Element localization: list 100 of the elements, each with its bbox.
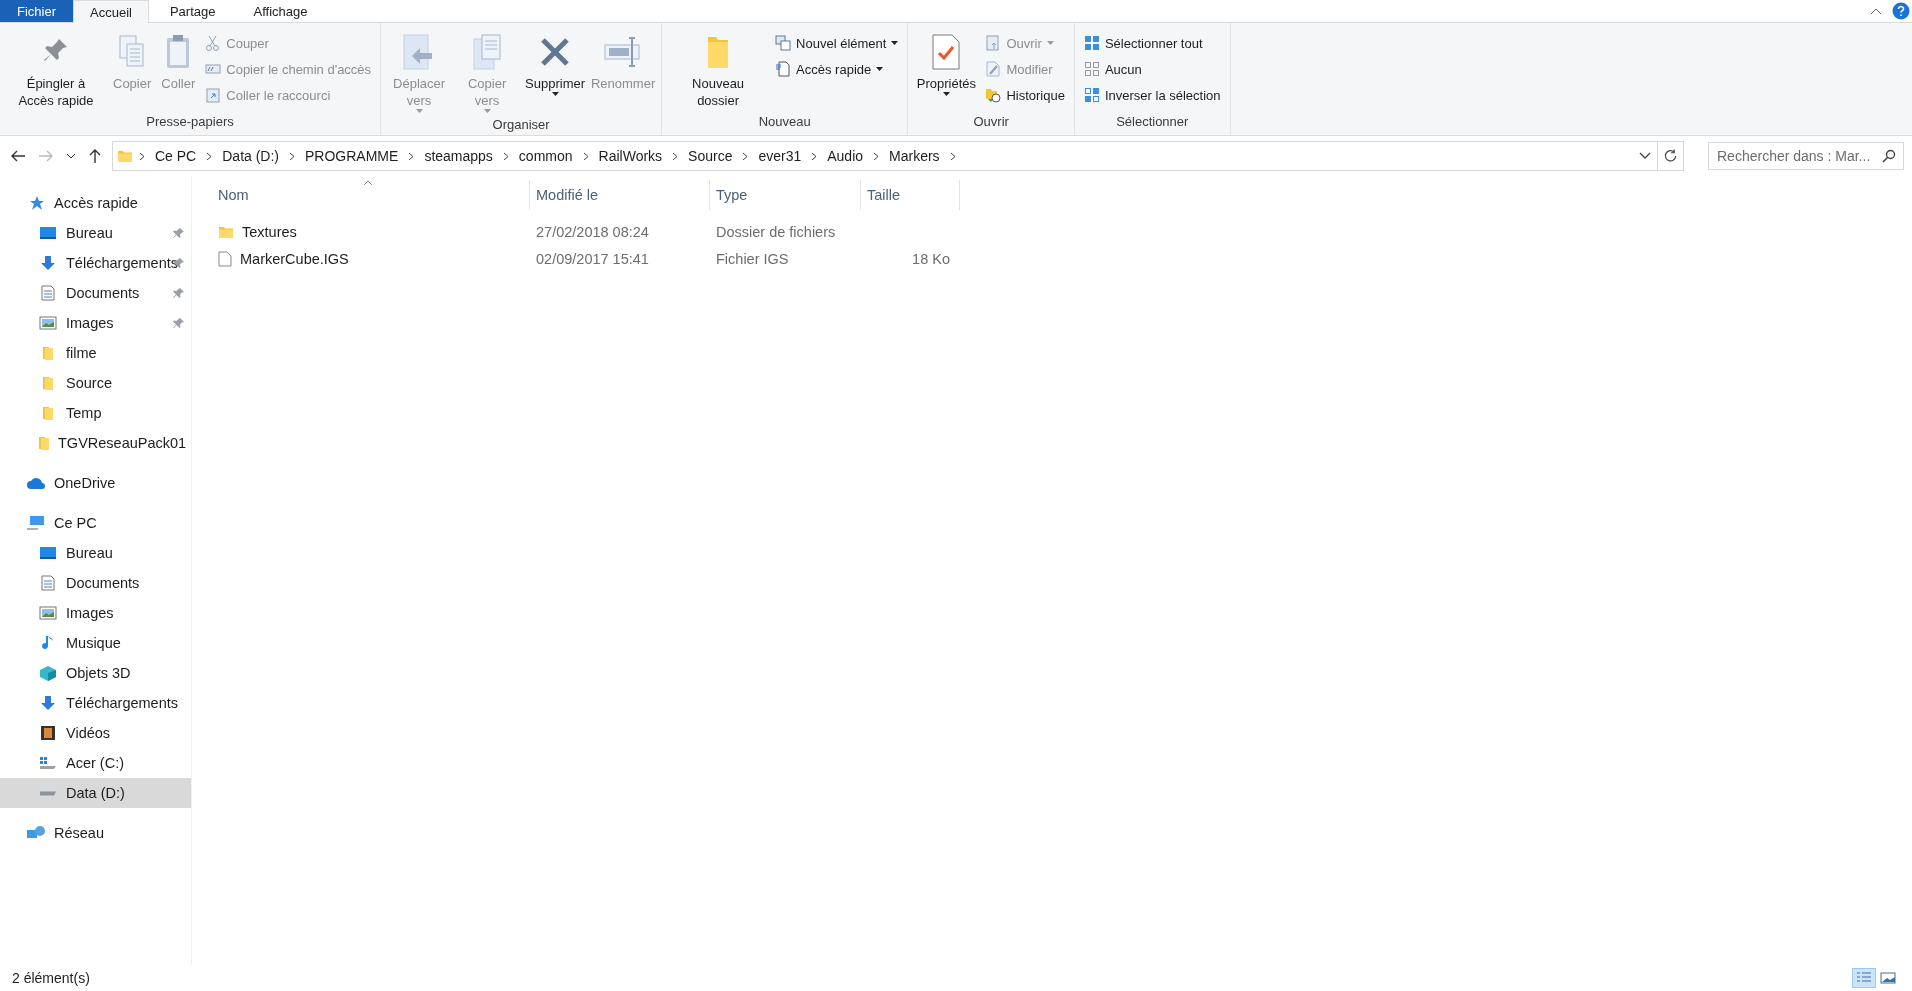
ribbon-button[interactable]: Sélectionner tout	[1080, 31, 1224, 55]
sidebar-item[interactable]: Ce PC	[0, 508, 191, 538]
folder-icon	[42, 345, 54, 361]
group-label: Nouveau	[757, 113, 812, 131]
sidebar-item[interactable]: Téléchargements	[0, 688, 191, 718]
ribbon-button[interactable]: Aucun	[1080, 57, 1224, 81]
chevron-up-icon[interactable]	[1870, 7, 1882, 15]
chevron-right-icon	[742, 151, 749, 161]
file-row[interactable]: Textures 27/02/2018 08:24 Dossier de fichiers	[212, 218, 1912, 245]
chevron-right-icon	[672, 151, 679, 161]
chevron-right-icon	[408, 151, 415, 161]
breadcrumb[interactable]: Data (D:)	[218, 143, 284, 169]
sidebar-item[interactable]: Réseau	[0, 818, 191, 848]
ribbon-button[interactable]: Inverser la sélection	[1080, 83, 1224, 107]
breadcrumb[interactable]: Markers	[885, 143, 944, 169]
picture-icon	[39, 316, 57, 330]
chevron-down-icon[interactable]	[1639, 152, 1651, 160]
computer-icon	[26, 515, 46, 531]
table-cell-text: 18 Ko	[911, 250, 951, 267]
sidebar-item[interactable]: Documents	[0, 568, 191, 598]
grid-icon	[1083, 61, 1100, 77]
list-icon	[1856, 971, 1872, 985]
ribbon-button[interactable]: Nouveau dossier	[668, 27, 769, 112]
pin-icon	[173, 227, 185, 239]
picture-icon	[1880, 972, 1896, 984]
caret-icon	[415, 109, 423, 113]
sidebar-item[interactable]: TGVReseauPack01	[0, 428, 191, 458]
caret-icon	[942, 92, 950, 96]
pin-icon	[173, 317, 185, 329]
chevron-right-icon	[949, 151, 956, 161]
column-header[interactable]: Nom	[212, 180, 530, 210]
sidebar-item[interactable]: Documents	[0, 278, 191, 308]
caret-icon	[1046, 41, 1054, 45]
cloud-icon	[26, 476, 46, 490]
sort-up-icon	[363, 180, 373, 186]
sidebar-item[interactable]: Téléchargements	[0, 248, 191, 278]
refresh-icon	[1664, 149, 1677, 163]
file-icon	[218, 250, 232, 267]
film-icon	[40, 725, 56, 741]
ribbon-button[interactable]: Historique	[982, 83, 1068, 107]
search-field[interactable]: Rechercher dans : Mar...	[1708, 142, 1904, 170]
breadcrumb[interactable]: RailWorks	[594, 143, 667, 169]
sidebar-item[interactable]: Temp	[0, 398, 191, 428]
breadcrumb[interactable]: PROGRAMME	[301, 143, 403, 169]
file-menu-tab[interactable]: Fichier	[0, 0, 73, 22]
edit-icon	[985, 61, 1002, 77]
sidebar-item[interactable]: Data (D:)	[0, 778, 191, 808]
help-icon[interactable]	[1892, 2, 1910, 20]
drive-icon	[38, 756, 58, 770]
sidebar-item[interactable]: Acer (C:)	[0, 748, 191, 778]
caret-icon	[876, 67, 884, 71]
group-label: Sélectionner	[1115, 113, 1190, 131]
sidebar-item[interactable]: Source	[0, 368, 191, 398]
sidebar-item[interactable]: OneDrive	[0, 468, 191, 498]
column-header[interactable]: Type	[710, 180, 861, 210]
open-icon	[985, 35, 1002, 51]
sidebar-item[interactable]: Images	[0, 308, 191, 338]
checkmark-document-icon	[931, 33, 962, 71]
table-cell-text: Fichier IGS	[715, 250, 790, 267]
table-cell-text: 02/09/2017 15:41	[535, 250, 650, 267]
desktop-icon	[39, 546, 57, 560]
clipboard-icon	[165, 34, 192, 70]
document-icon	[41, 285, 55, 301]
music-note-icon	[42, 635, 54, 651]
ribbon-button[interactable]: Nouvel élément	[772, 31, 902, 55]
sidebar-item[interactable]: Bureau	[0, 538, 191, 568]
drive-icon	[39, 790, 57, 796]
sidebar-item[interactable]: Musique	[0, 628, 191, 658]
breadcrumb[interactable]: Audio	[823, 143, 868, 169]
sidebar-item[interactable]: Images	[0, 598, 191, 628]
sidebar-item[interactable]: filme	[0, 338, 191, 368]
arrow-up-icon	[88, 148, 102, 164]
address-bar[interactable]: Ce PC Data (D:) PROGRAMME steamapps common RailWorks Source ever31 Audio Markers	[112, 141, 1684, 171]
ribbon-button[interactable]: Propriétés	[914, 27, 979, 112]
breadcrumb[interactable]: common	[514, 143, 577, 169]
folder-icon	[38, 435, 50, 451]
group-label: Presse-papiers	[145, 113, 235, 131]
sidebar-item[interactable]: Vidéos	[0, 718, 191, 748]
shortcut-icon	[205, 87, 222, 103]
column-header[interactable]: Modifié le	[530, 180, 710, 210]
breadcrumb[interactable]: steamapps	[420, 143, 497, 169]
breadcrumb[interactable]: Source	[684, 143, 737, 169]
sidebar-item[interactable]: Objets 3D	[0, 658, 191, 688]
folder-icon	[42, 405, 54, 421]
breadcrumb[interactable]: ever31	[754, 143, 806, 169]
pin-icon	[173, 287, 185, 299]
sidebar-item[interactable]: Accès rapide	[0, 188, 191, 218]
ribbon-button[interactable]: Supprimer	[523, 27, 588, 115]
column-header[interactable]: Taille	[861, 180, 960, 210]
sidebar-item[interactable]: Bureau	[0, 218, 191, 248]
chevron-right-icon	[289, 151, 296, 161]
ribbon-tab[interactable]: Accueil	[73, 0, 149, 23]
ribbon-button[interactable]: Accès rapide	[772, 57, 902, 81]
ribbon-button[interactable]: Épingler à Accès rapide	[6, 27, 106, 112]
file-row[interactable]: MarkerCube.IGS 02/09/2017 15:41 Fichier IGS 18 Ko	[212, 245, 1912, 272]
breadcrumb[interactable]: Ce PC	[151, 143, 201, 169]
group-label: Ouvrir	[972, 113, 1010, 131]
desktop-icon	[39, 226, 57, 240]
recent-locations-button[interactable]	[64, 151, 78, 161]
caret-icon	[483, 109, 491, 113]
